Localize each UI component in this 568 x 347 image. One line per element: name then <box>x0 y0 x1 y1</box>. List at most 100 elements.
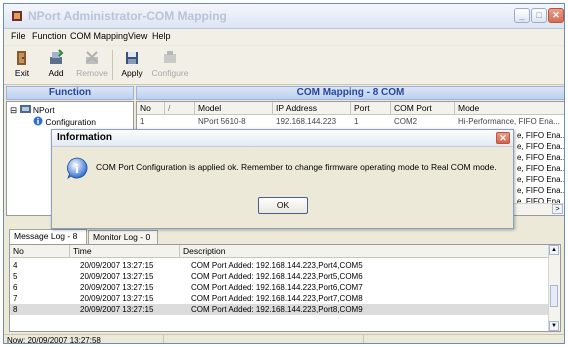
scroll-down-icon[interactable]: ▼ <box>549 321 559 331</box>
cell-time: 20/09/2007 13:27:15 <box>80 294 154 303</box>
cell-time: 20/09/2007 13:27:15 <box>80 272 154 281</box>
com-mapping-header: COM Mapping - 8 COM <box>136 86 564 100</box>
main-window: NPort Administrator-COM Mapping _ □ ✕ Fi… <box>3 3 565 344</box>
menu-help[interactable]: Help <box>152 31 171 41</box>
apply-button[interactable]: Apply <box>116 48 148 82</box>
dialog-message: COM Port Configuration is applied ok. Re… <box>96 162 497 172</box>
menu-com-mapping[interactable]: COM Mapping <box>70 31 128 41</box>
configure-button[interactable]: Configure <box>150 48 190 82</box>
tree-item-configuration[interactable]: Configuration <box>33 116 96 128</box>
cell-mode: e, FIFO Ena... <box>517 131 565 140</box>
toolbar: Exit Add Remove Apply Configure <box>4 46 564 85</box>
table-row[interactable]: 1 NPort 5610-8 192.168.144.223 1 COM2 Hi… <box>137 116 564 127</box>
scroll-up-icon[interactable]: ▲ <box>549 245 559 255</box>
status-cell-empty <box>364 335 564 343</box>
minimize-icon: _ <box>519 10 525 20</box>
info-icon: i <box>67 157 88 179</box>
status-time: Now: 20/09/2007 13:27:58 <box>4 335 164 343</box>
maximize-icon: □ <box>536 10 542 20</box>
info-glyph: i <box>75 161 79 176</box>
tab-monitor-log[interactable]: Monitor Log - 0 <box>88 230 158 244</box>
cell-time: 20/09/2007 13:27:15 <box>80 261 154 270</box>
menu-view[interactable]: View <box>128 31 147 41</box>
column-header-no[interactable]: No <box>10 245 70 258</box>
dialog-title: Information <box>57 132 112 143</box>
column-header-port[interactable]: Port <box>351 102 391 115</box>
cell-mode: e, FIFO Ena... <box>517 153 565 162</box>
scrollbar-thumb[interactable] <box>550 285 558 307</box>
remove-label: Remove <box>76 68 108 78</box>
tree-item-label: Configuration <box>45 117 96 127</box>
dialog-close-button[interactable]: ✕ <box>496 132 510 144</box>
window-title: NPort Administrator-COM Mapping <box>28 9 227 23</box>
maximize-button[interactable]: □ <box>531 8 547 23</box>
column-header-no[interactable]: No <box>137 102 165 115</box>
cell-ip: 192.168.144.223 <box>276 117 337 126</box>
cell-mode: e, FIFO Ena... <box>517 186 565 195</box>
menu-file[interactable]: File <box>11 31 26 41</box>
cell-no: 4 <box>13 261 18 270</box>
ok-button[interactable]: OK <box>258 197 308 214</box>
cell-mode: e, FIFO Ena... <box>517 142 565 151</box>
column-header-mode[interactable]: Mode <box>455 102 564 115</box>
cell-no: 6 <box>13 283 18 292</box>
table-row[interactable]: 5 20/09/2007 13:27:15 COM Port Added: 19… <box>10 271 550 282</box>
cell-time: 20/09/2007 13:27:15 <box>80 305 154 314</box>
toolbar-separator <box>112 50 113 80</box>
apply-icon <box>126 52 138 64</box>
configure-label: Configure <box>151 68 189 78</box>
status-bar: Now: 20/09/2007 13:27:58 <box>4 334 564 343</box>
tree-expander-icon[interactable]: ⊟ <box>10 105 17 115</box>
dialog-title-bar[interactable]: Information ✕ <box>52 130 513 147</box>
column-header-ip[interactable]: IP Address <box>273 102 351 115</box>
column-header-com-port[interactable]: COM Port <box>391 102 455 115</box>
cell-no: 7 <box>13 294 18 303</box>
column-header-sort[interactable]: / <box>165 102 195 115</box>
column-header-description[interactable]: Description <box>180 245 551 258</box>
table-row[interactable]: 4 20/09/2007 13:27:15 COM Port Added: 19… <box>10 260 550 271</box>
cell-mode: e, FIFO Ena... <box>517 175 565 184</box>
tree-item-label: NPort <box>32 105 55 115</box>
table-row[interactable]: 6 20/09/2007 13:27:15 COM Port Added: 19… <box>10 282 550 293</box>
cell-description: COM Port Added: 192.168.144.223,Port7,CO… <box>191 294 363 303</box>
configure-icon <box>164 51 176 63</box>
add-label: Add <box>48 68 64 78</box>
apply-label: Apply <box>121 68 143 78</box>
exit-label: Exit <box>14 68 30 78</box>
table-row[interactable]: 7 20/09/2007 13:27:15 COM Port Added: 19… <box>10 293 550 304</box>
add-button[interactable]: Add <box>40 48 72 82</box>
column-header-time[interactable]: Time <box>70 245 180 258</box>
minimize-button[interactable]: _ <box>514 8 530 23</box>
column-header-model[interactable]: Model <box>195 102 273 115</box>
table-row-selected[interactable]: 8 20/09/2007 13:27:15 COM Port Added: 19… <box>10 304 550 315</box>
menu-bar: File Function COM Mapping View Help <box>4 29 564 45</box>
title-bar[interactable]: NPort Administrator-COM Mapping _ □ ✕ <box>4 4 564 29</box>
message-log-table[interactable]: No Time Description 4 20/09/2007 13:27:1… <box>9 244 561 332</box>
nport-icon <box>19 105 31 113</box>
scroll-right-icon[interactable]: > <box>552 204 563 214</box>
cell-time: 20/09/2007 13:27:15 <box>80 283 154 292</box>
cell-mode: e, FIFO Ena... <box>517 164 565 173</box>
vertical-scrollbar[interactable]: ▲ ▼ <box>548 245 560 331</box>
cell-com: COM2 <box>394 117 418 126</box>
close-icon: ✕ <box>499 133 507 143</box>
cell-description: COM Port Added: 192.168.144.223,Port6,CO… <box>191 283 363 292</box>
cell-mode: Hi-Performance, FIFO Ena... <box>458 117 560 126</box>
add-icon <box>50 49 64 64</box>
cell-no: 8 <box>13 305 18 314</box>
status-cell-empty <box>164 335 364 343</box>
tab-message-log[interactable]: Message Log - 8 <box>9 229 87 244</box>
exit-button[interactable]: Exit <box>6 48 38 82</box>
app-icon <box>12 11 22 21</box>
tree-item-nport[interactable]: ⊟ NPort <box>10 104 55 116</box>
menu-function[interactable]: Function <box>32 31 67 41</box>
close-button[interactable]: ✕ <box>548 8 564 23</box>
function-panel-header: Function <box>6 86 134 100</box>
remove-button[interactable]: Remove <box>76 48 108 82</box>
cell-port: 1 <box>354 117 359 126</box>
cell-description: COM Port Added: 192.168.144.223,Port8,CO… <box>191 305 363 314</box>
cell-no: 5 <box>13 272 18 281</box>
information-dialog: Information ✕ i COM Port Configuration i… <box>51 129 514 229</box>
configuration-icon <box>33 116 43 126</box>
cell-no: 1 <box>140 117 145 126</box>
